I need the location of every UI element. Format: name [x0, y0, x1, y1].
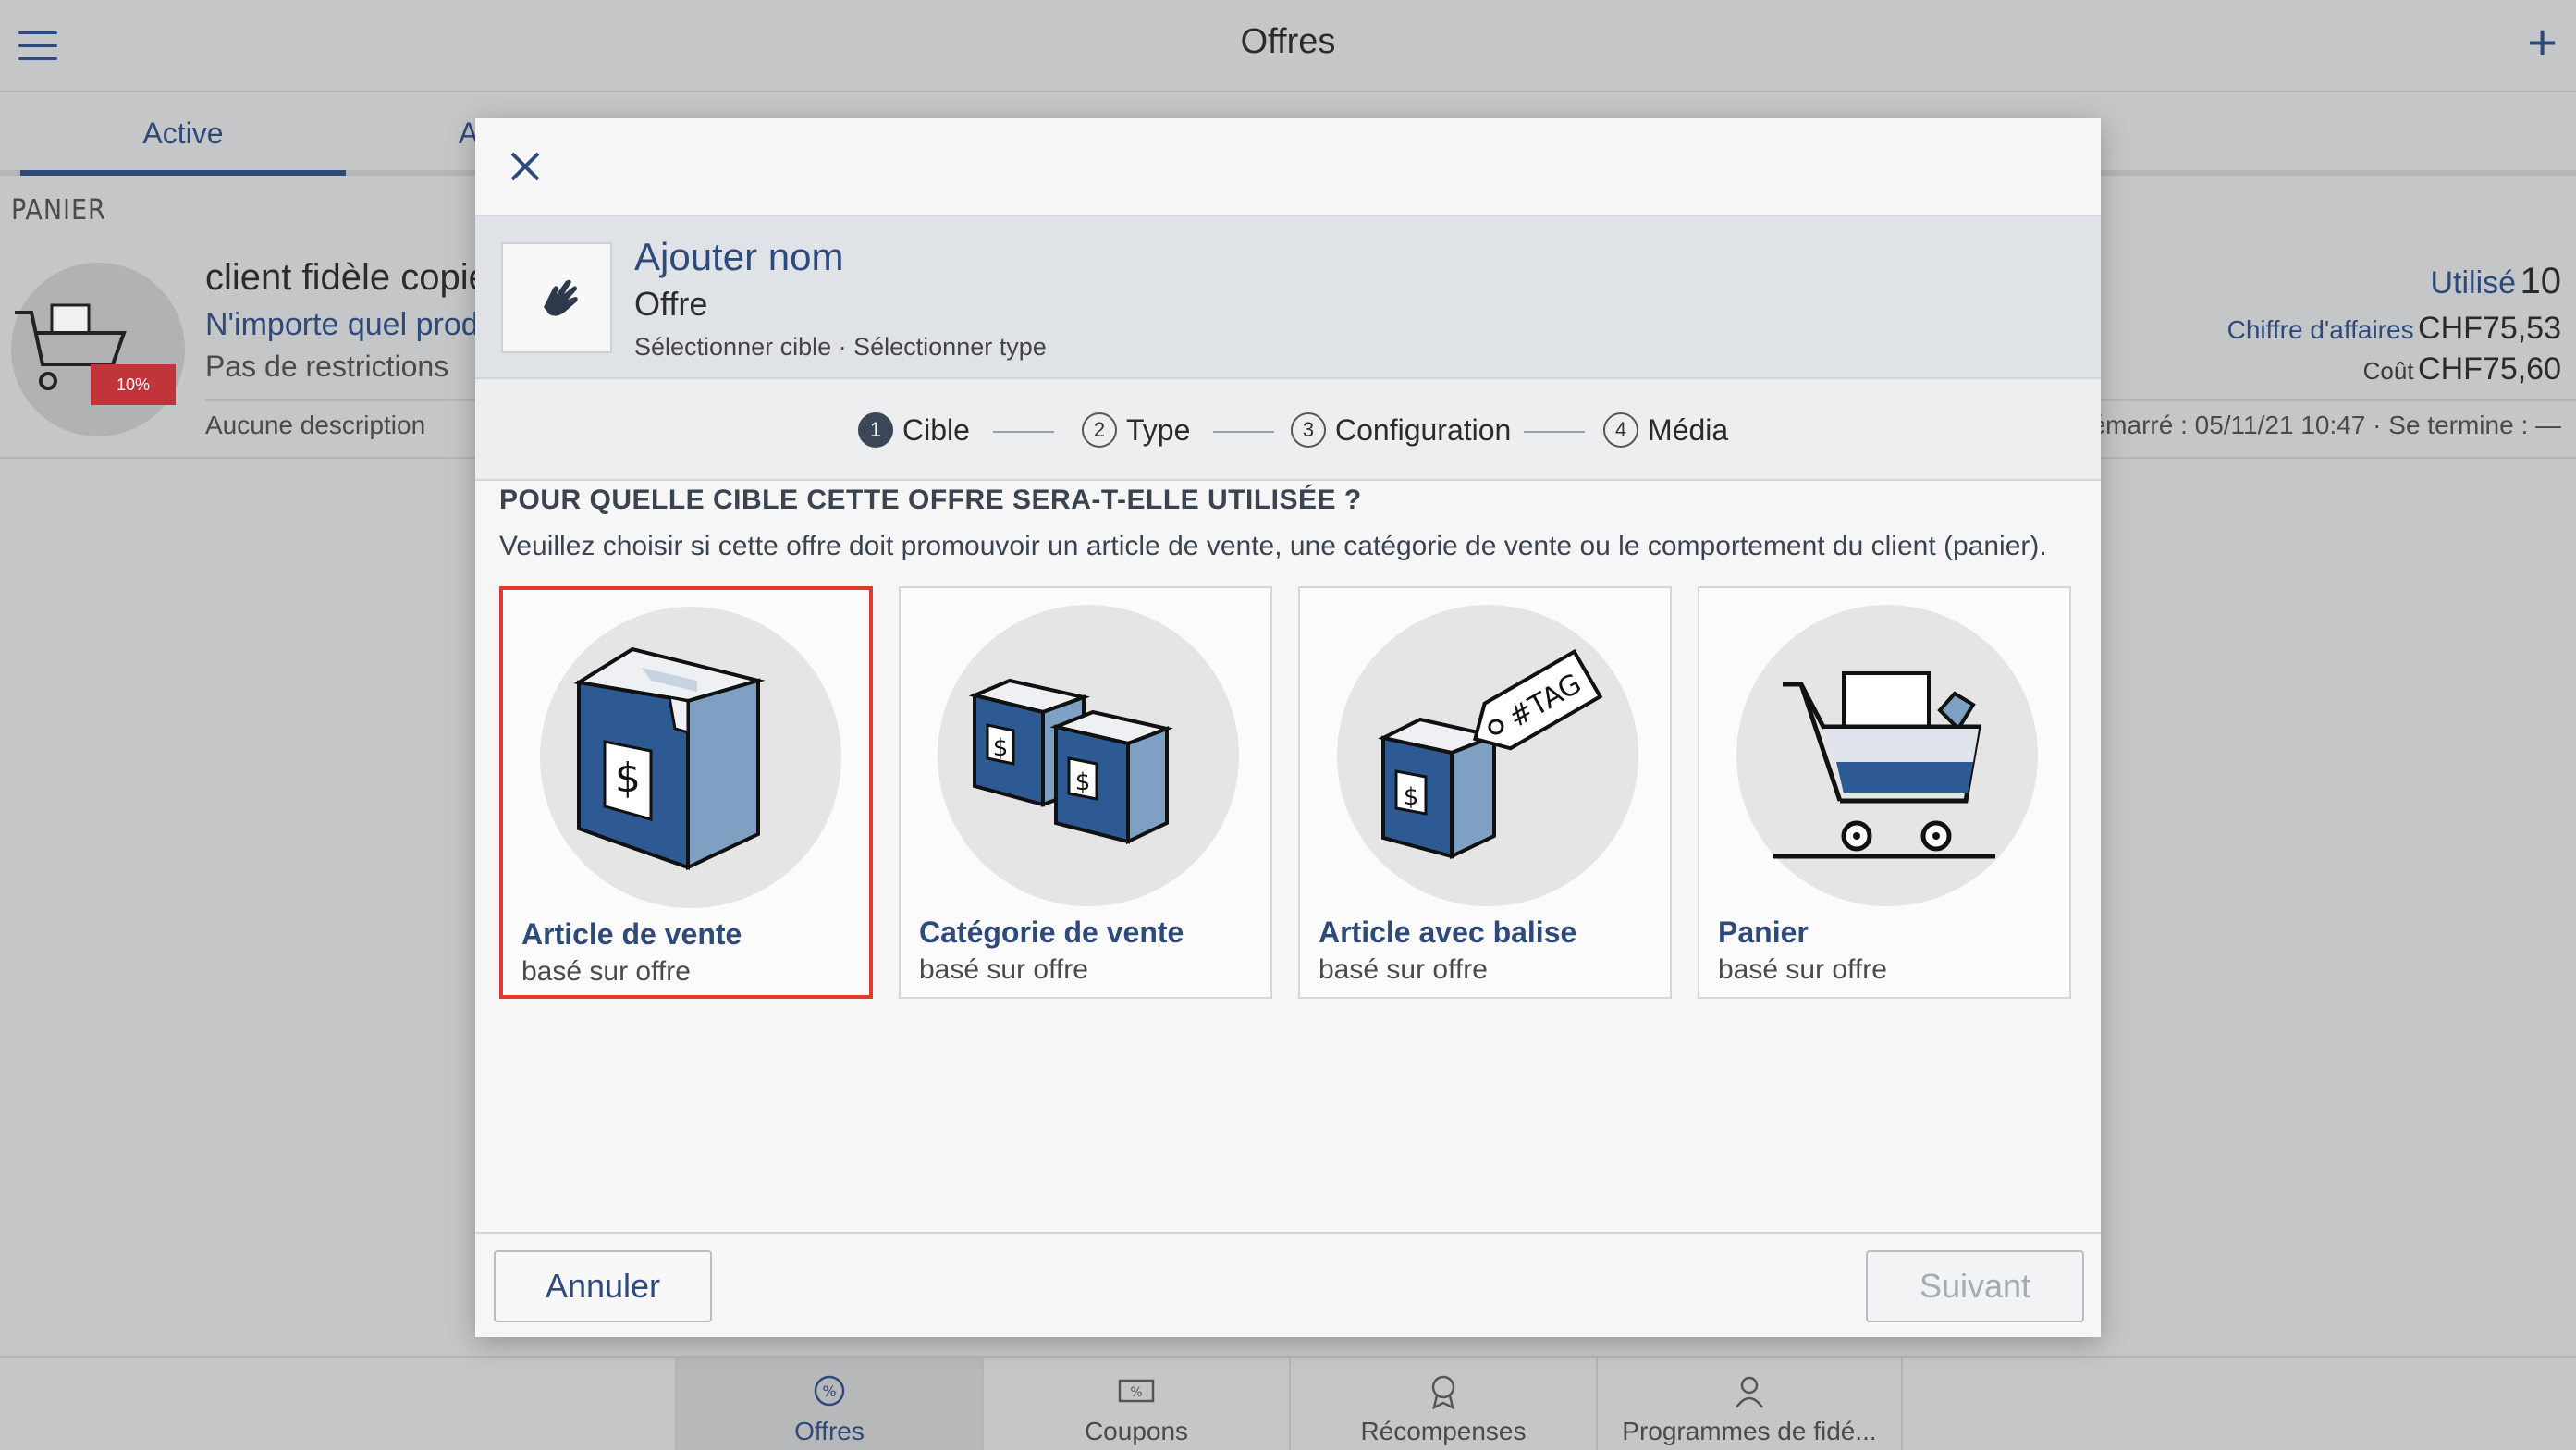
cart-icon [1773, 671, 1995, 859]
step-number: 2 [1082, 412, 1117, 448]
card-illustration [1736, 605, 2038, 906]
card-title: Catégorie de vente [919, 915, 1184, 949]
stat-used-value: 10 [2520, 261, 2562, 301]
stat-revenue: Chiffre d'affaires CHF75,53 [2227, 311, 2561, 347]
hand-icon [544, 279, 578, 316]
boxes-icon: $ $ [968, 678, 1173, 845]
target-card-article-avec-balise[interactable]: $ #TAG Article avec balise basé sur offr… [1298, 586, 1672, 999]
close-icon [510, 152, 540, 181]
card-subtitle: basé sur offre [919, 954, 1088, 985]
step-number: 3 [1291, 412, 1326, 448]
card-title: Article de vente [521, 917, 742, 951]
svg-text:$: $ [1404, 783, 1419, 811]
person-star-icon [1735, 1376, 1764, 1408]
offer-name: client fidèle copie [205, 257, 489, 298]
step-label: Type [1126, 412, 1191, 447]
step-label: Cible [902, 412, 970, 447]
award-icon [1431, 1375, 1455, 1409]
box-icon: $ [573, 646, 766, 871]
dialog-header: Ajouter nom Offre Sélectionner cible · S… [475, 215, 2101, 379]
step-connector [1213, 431, 1274, 433]
card-subtitle: basé sur offre [1319, 954, 1488, 985]
card-subtitle: basé sur offre [521, 956, 691, 987]
wizard-stepper: 1 Cible 2 Type 3 Configuration 4 Média [475, 379, 2101, 481]
step-label: Configuration [1335, 412, 1512, 447]
nav-label: Récompenses [1360, 1417, 1527, 1445]
coupon-icon: % [1118, 1379, 1155, 1403]
card-illustration: $ [540, 607, 841, 908]
stat-revenue-value: CHF75,53 [2418, 311, 2561, 346]
step-number: 4 [1603, 412, 1638, 448]
dialog-top [475, 118, 2101, 215]
offer-thumbnail [11, 263, 185, 436]
stat-used: Utilisé 10 [2430, 261, 2561, 302]
next-button[interactable]: Suivant [1866, 1250, 2084, 1322]
step-type[interactable]: 2 Type [1082, 412, 1190, 449]
svg-text:$: $ [1075, 768, 1091, 796]
stat-revenue-label: Chiffre d'affaires [2226, 315, 2414, 344]
stat-cost: Coût CHF75,60 [2363, 351, 2561, 387]
offer-meta: Sélectionner cible · Sélectionner type [634, 333, 1047, 361]
bottom-nav: % Offres % Coupons Récompenses Programme… [0, 1356, 2576, 1450]
card-subtitle: basé sur offre [1718, 954, 1887, 985]
section-label: PANIER [11, 194, 106, 227]
offer-restrictions: Pas de restrictions [205, 350, 449, 383]
card-illustration: $ #TAG [1337, 605, 1638, 906]
svg-text:$: $ [615, 755, 641, 802]
offer-title[interactable]: Ajouter nom [634, 235, 843, 279]
top-bar: Offres + [0, 0, 2576, 92]
discount-badge: 10% [91, 364, 176, 405]
step-number: 1 [858, 412, 893, 448]
offer-scope: N'importe quel produit [205, 307, 512, 342]
percent-badge-icon: % [814, 1375, 845, 1407]
stat-cost-label: Coût [2362, 357, 2414, 385]
question-title: POUR QUELLE CIBLE CETTE OFFRE SERA-T-ELL… [499, 485, 1362, 515]
svg-text:%: % [822, 1382, 836, 1400]
step-connector [993, 431, 1054, 433]
svg-text:%: % [1130, 1385, 1142, 1400]
offer-subtitle: Offre [634, 285, 708, 323]
stat-used-label: Utilisé [2430, 265, 2517, 301]
target-options: $ Article de vente basé sur offre $ $ Ca… [499, 586, 2080, 1002]
nav-recompenses[interactable]: Récompenses [1289, 1358, 1596, 1450]
stat-cost-value: CHF75,60 [2418, 351, 2561, 387]
page-title: Offres [1240, 22, 1336, 61]
target-card-article-de-vente[interactable]: $ Article de vente basé sur offre [499, 586, 873, 999]
close-button[interactable] [497, 139, 553, 194]
dialog-footer: Annuler Suivant [475, 1232, 2101, 1337]
new-offer-dialog: Ajouter nom Offre Sélectionner cible · S… [475, 118, 2101, 1337]
offer-icon-box [501, 242, 612, 353]
step-cible[interactable]: 1 Cible [858, 412, 970, 449]
svg-text:$: $ [993, 734, 1009, 762]
cancel-button[interactable]: Annuler [494, 1250, 712, 1322]
nav-coupons[interactable]: % Coupons [982, 1358, 1289, 1450]
step-media[interactable]: 4 Média [1603, 412, 1728, 449]
target-card-panier[interactable]: Panier basé sur offre [1698, 586, 2071, 999]
card-title: Panier [1718, 915, 1809, 949]
card-title: Article avec balise [1319, 915, 1577, 949]
card-illustration: $ $ [938, 605, 1239, 906]
step-label: Média [1648, 412, 1729, 447]
nav-label: Coupons [1084, 1417, 1189, 1445]
step-connector [1524, 431, 1585, 433]
offer-dates: Démarré : 05/11/21 10:47 · Se termine : … [2072, 411, 2561, 439]
nav-programmes[interactable]: Programmes de fidé... [1596, 1358, 1903, 1450]
nav-offres[interactable]: % Offres [675, 1358, 982, 1450]
target-card-categorie-de-vente[interactable]: $ $ Catégorie de vente basé sur offre [899, 586, 1272, 999]
tab-active[interactable]: Active [20, 117, 346, 176]
step-configuration[interactable]: 3 Configuration [1291, 412, 1511, 449]
nav-label: Programmes de fidé... [1622, 1417, 1877, 1445]
tagged-box-icon: $ #TAG [1378, 649, 1603, 860]
question-description: Veuillez choisir si cette offre doit pro… [499, 531, 2047, 561]
offer-description: Aucune description [205, 411, 426, 439]
add-offer-button[interactable]: + [2527, 17, 2558, 68]
nav-label: Offres [794, 1417, 865, 1445]
